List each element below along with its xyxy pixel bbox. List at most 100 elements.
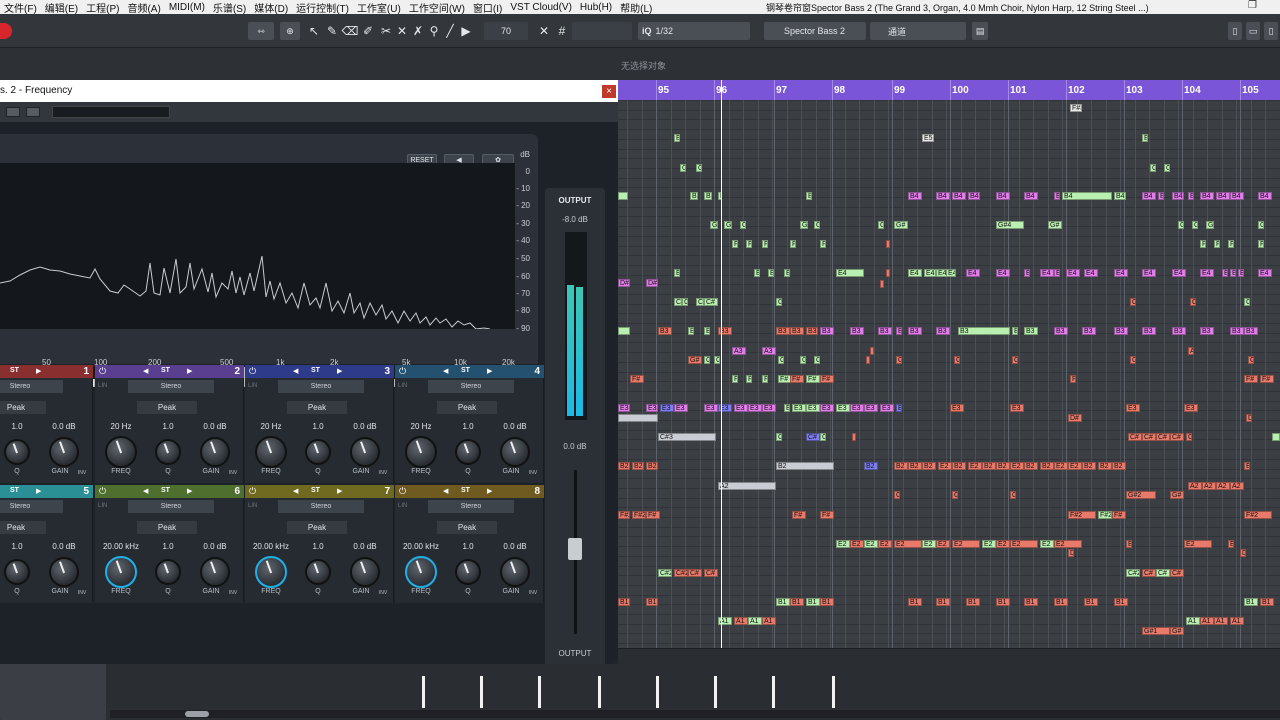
menu-item[interactable]: 窗口(I) [469,0,506,15]
stereo-mode-button[interactable]: Stereo [278,380,364,393]
velocity-bar[interactable] [714,676,717,708]
midi-note[interactable]: A1 [734,617,748,625]
midi-note[interactable]: B3 [790,327,804,335]
midi-note[interactable]: D [1246,414,1252,422]
midi-note[interactable]: F#2 [632,511,646,519]
menu-item[interactable]: 工作室(U) [353,0,405,15]
midi-note[interactable]: F#3 [1070,104,1082,112]
arrow-right-icon[interactable]: ▶ [187,367,192,375]
gain-knob[interactable] [350,557,380,587]
velocity-bar[interactable] [480,676,483,708]
midi-note[interactable]: B1 [646,598,658,606]
midi-note[interactable]: E2 [894,540,922,548]
bypass-icon[interactable] [6,107,20,117]
midi-note[interactable]: B4 [936,192,950,200]
midi-note[interactable]: C [1130,356,1136,364]
invert-label[interactable]: INV [513,590,553,596]
band-st-label[interactable]: ST [461,487,470,494]
arrow-left-icon[interactable]: ◀ [443,487,448,495]
midi-note[interactable]: E3 [1126,404,1140,412]
midi-note[interactable]: F# [1260,375,1274,383]
q-knob[interactable] [4,559,30,585]
midi-note[interactable]: C# [1142,569,1156,577]
midi-note[interactable]: G [1012,356,1018,364]
midi-note[interactable]: G [814,356,820,364]
midi-note[interactable]: E [1142,134,1148,142]
midi-note[interactable]: E [754,269,760,277]
midi-note[interactable]: C [1186,433,1192,441]
velocity-bar[interactable] [832,676,835,708]
power-icon[interactable]: ⏻ [399,366,406,377]
midi-note[interactable]: E2 [1184,540,1212,548]
midi-note[interactable]: B2 [632,462,644,470]
midi-note[interactable]: A2 [1188,482,1202,490]
mute-tool-icon[interactable]: ✗ [410,22,426,40]
midi-note[interactable]: C [682,298,688,306]
glue-tool-icon[interactable]: ✕ [394,22,410,40]
midi-note[interactable]: B1 [618,598,630,606]
midi-note[interactable]: B2 [1098,462,1112,470]
midi-note[interactable]: F [1200,240,1206,248]
stereo-mode-button[interactable]: Stereo [0,500,63,513]
midi-note[interactable]: A2 [718,482,776,490]
midi-note[interactable]: E [1054,269,1060,277]
midi-note[interactable]: G [1010,491,1016,499]
band-st-label[interactable]: ST [10,367,19,374]
menu-item[interactable]: 运行控制(T) [292,0,353,15]
midi-note[interactable]: E4 [1066,269,1080,277]
midi-note[interactable]: B4 [952,192,966,200]
midi-note[interactable]: E [1126,540,1132,548]
band-st-label[interactable]: ST [461,367,470,374]
stereo-mode-button[interactable]: Stereo [428,500,514,513]
arrow-right-icon[interactable]: ▶ [36,367,41,375]
filter-type-dropdown[interactable]: Peak [437,401,497,414]
play-tool-icon[interactable]: ▶ [458,22,474,40]
midi-note[interactable]: F [820,240,826,248]
midi-note[interactable]: C# [1156,569,1170,577]
velocity-bar[interactable] [598,676,601,708]
filter-type-dropdown[interactable]: Peak [437,521,497,534]
midi-note[interactable]: E [784,404,790,412]
midi-note[interactable]: G [696,164,702,172]
midi-note[interactable]: E [1024,269,1030,277]
midi-note[interactable]: B2 [1024,462,1038,470]
midi-note[interactable]: B [688,327,694,335]
record-icon[interactable] [0,23,12,39]
midi-note[interactable]: A2 [1216,482,1230,490]
midi-note[interactable] [852,433,856,441]
midi-note[interactable]: A1 [1214,617,1228,625]
midi-note[interactable]: G [1150,164,1156,172]
midi-note[interactable]: F# [820,375,834,383]
midi-note[interactable]: G [1206,221,1214,229]
freq-knob[interactable] [255,436,287,468]
arrow-right-icon[interactable]: ▶ [337,367,342,375]
midi-note[interactable]: G#2 [1126,491,1156,499]
midi-note[interactable]: B4 [968,192,980,200]
midi-note[interactable]: G [778,356,784,364]
freq-knob[interactable] [405,436,437,468]
midi-note[interactable]: G#1 [1142,627,1170,635]
q-knob[interactable] [4,439,30,465]
midi-note[interactable]: E [896,327,902,335]
midi-note[interactable]: E2 [878,540,892,548]
midi-note[interactable]: G [704,356,710,364]
midi-note[interactable]: E4 [1084,269,1098,277]
midi-note[interactable]: F#2 [1068,511,1096,519]
midi-note[interactable]: G#4 [996,221,1024,229]
midi-note[interactable]: B2 [982,462,996,470]
midi-note[interactable]: G [800,356,806,364]
midi-note[interactable]: F [790,240,796,248]
midi-note[interactable]: B2 [908,462,922,470]
midi-note[interactable]: G [680,164,686,172]
velocity-bar[interactable] [772,676,775,708]
stereo-mode-button[interactable]: Stereo [128,380,214,393]
gain-knob[interactable] [49,557,79,587]
midi-note[interactable]: C# [1142,433,1156,441]
zoom-tool-icon[interactable]: ⚲ [426,22,442,40]
midi-note[interactable]: E4 [924,269,936,277]
bar-ruler[interactable]: 9596979899100101102103104105 [618,80,1280,100]
stereo-mode-button[interactable]: Stereo [278,500,364,513]
midi-note[interactable]: C#3 [658,433,716,441]
linear-phase-label[interactable]: LIN [398,503,407,509]
midi-note[interactable]: F#2 [618,511,630,519]
